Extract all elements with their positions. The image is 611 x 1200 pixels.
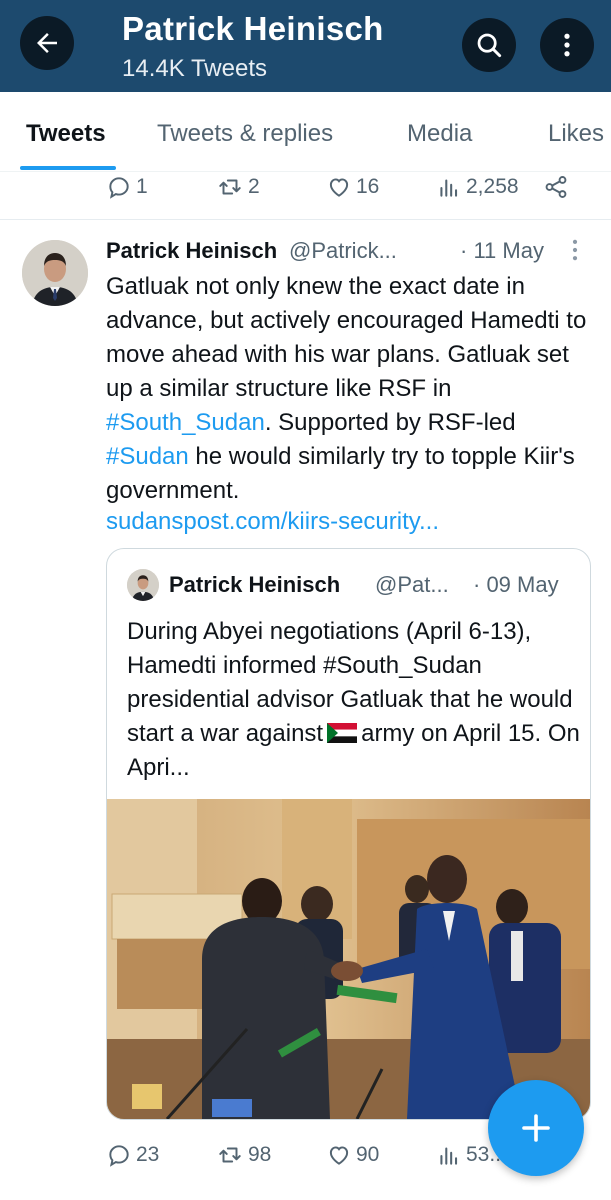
quoted-tweet-card[interactable]: Patrick Heinisch @Pat... · 09 May During… [106, 548, 591, 1120]
reply-count: 23 [136, 1143, 160, 1166]
profile-header: Patrick Heinisch 14.4K Tweets [0, 0, 611, 92]
quoted-author-name: Patrick Heinisch [169, 572, 341, 597]
tab-tweets-replies[interactable]: Tweets & replies [157, 120, 333, 148]
profile-name: Patrick Heinisch [122, 10, 384, 47]
heart-icon [329, 1146, 349, 1165]
retweet-icon [219, 1147, 241, 1163]
active-tab-indicator [20, 166, 116, 170]
like-count: 16 [356, 175, 380, 198]
hashtag-sudan[interactable]: #Sudan [106, 443, 189, 470]
quoted-author-avatar [127, 569, 159, 601]
heart-icon [329, 178, 349, 197]
retweet-icon [219, 179, 241, 195]
tab-media[interactable]: Media [407, 120, 472, 148]
tab-likes[interactable]: Likes [548, 120, 604, 148]
tweet-author-handle[interactable]: @Patrick... [289, 238, 397, 264]
reply-button[interactable]: 23 [106, 1142, 159, 1168]
more-options-button[interactable] [540, 18, 594, 72]
views-button[interactable]: 2,258 [436, 174, 519, 200]
retweet-count: 2 [248, 175, 260, 198]
tweet-author-name[interactable]: Patrick Heinisch [106, 238, 277, 264]
tweet-link[interactable]: sudanspost.com/kiirs-security... [106, 508, 439, 536]
like-count: 90 [356, 1143, 380, 1166]
arrow-left-icon [37, 33, 57, 53]
retweet-button[interactable]: 98 [216, 1142, 271, 1168]
reply-icon [109, 177, 129, 199]
hashtag-south-sudan[interactable]: #South_Sudan [106, 409, 265, 436]
tweet-date[interactable]: · 11 May [460, 238, 544, 264]
reply-icon [109, 1145, 129, 1167]
views-icon [440, 179, 458, 197]
quoted-tweet-text: During Abyei negotiations (April 6-13), … [127, 615, 582, 785]
reply-button[interactable]: 1 [106, 174, 148, 200]
search-button[interactable] [462, 18, 516, 72]
tweet-text-part: . Supported by RSF-led [264, 409, 516, 436]
share-button[interactable] [543, 174, 573, 200]
more-vertical-icon [572, 239, 578, 261]
tab-tweets[interactable]: Tweets [26, 120, 106, 148]
tweet-text: Gatluak not only knew the exact date in … [106, 270, 601, 508]
back-button[interactable] [20, 16, 74, 70]
sudan-flag-icon [327, 723, 358, 743]
tweet-count: 14.4K Tweets [122, 55, 267, 82]
search-icon [477, 33, 502, 58]
share-icon [545, 176, 567, 198]
like-button[interactable]: 90 [326, 1142, 379, 1168]
plus-icon [522, 1114, 550, 1142]
tweet-text-part: Gatluak not only knew the exact date in … [106, 273, 587, 402]
quoted-tweet-date: · 09 May [473, 572, 559, 597]
compose-tweet-button[interactable] [488, 1080, 584, 1176]
author-avatar[interactable] [22, 240, 88, 306]
handshake-photo[interactable] [107, 799, 591, 1120]
retweet-button[interactable]: 2 [216, 174, 260, 200]
tweet-more-button[interactable] [566, 236, 584, 269]
like-button[interactable]: 16 [326, 174, 379, 200]
reply-count: 1 [136, 175, 148, 198]
views-icon [440, 1147, 458, 1165]
profile-tabs: Tweets Tweets & replies Media Likes [0, 92, 611, 172]
retweet-count: 98 [248, 1143, 272, 1166]
quoted-author-handle: @Pat... [375, 572, 449, 597]
more-vertical-icon [564, 33, 570, 57]
previous-tweet-actions: 1 2 16 2,258 [0, 172, 611, 220]
views-count: 2,258 [466, 175, 519, 198]
